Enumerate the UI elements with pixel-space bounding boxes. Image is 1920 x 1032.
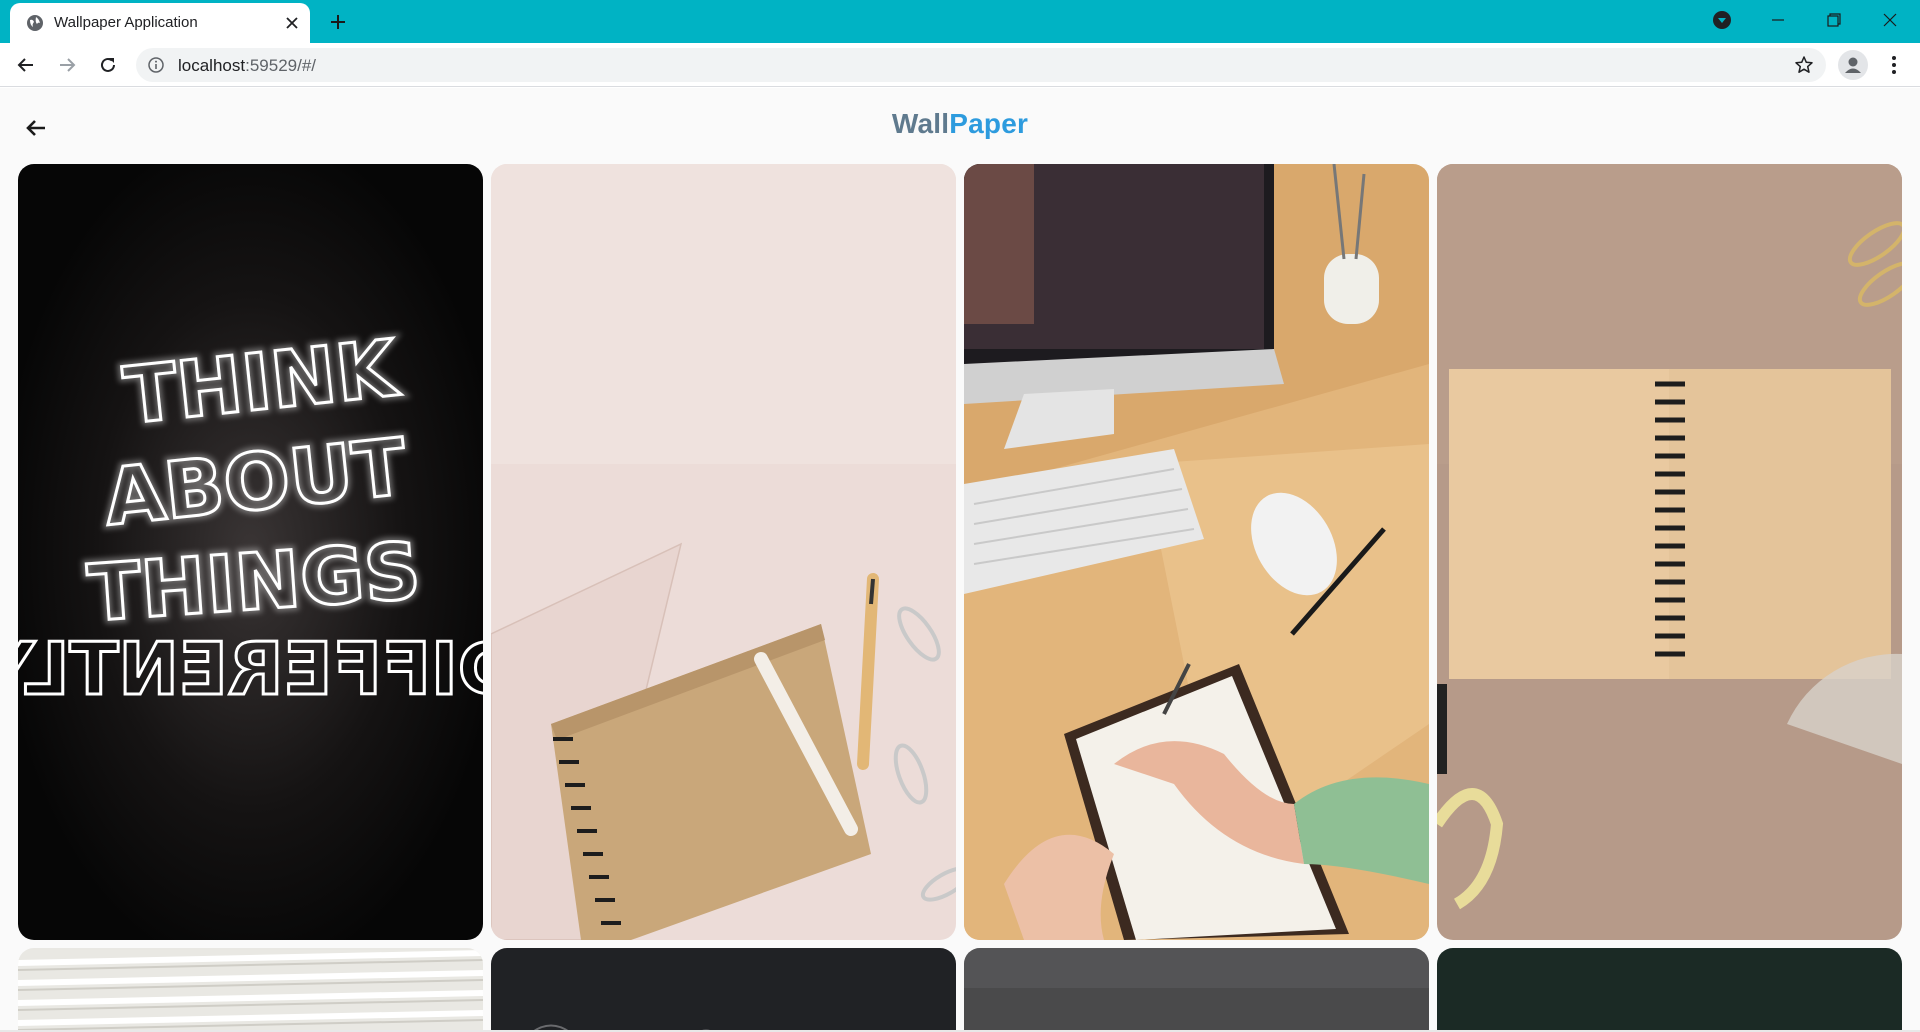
globe-icon xyxy=(26,14,44,32)
url-text: localhost:59529/#/ xyxy=(178,56,316,76)
desk-computer-image xyxy=(964,164,1429,940)
wallpaper-tile-green-chalkboard[interactable] xyxy=(1437,948,1902,1032)
wallpaper-tile-desk-computer[interactable] xyxy=(964,164,1429,940)
browser-tab[interactable]: Wallpaper Application xyxy=(10,3,310,43)
restore-icon[interactable] xyxy=(1806,0,1862,40)
wallpaper-tile-white-paper[interactable] xyxy=(18,948,483,1032)
wallpaper-tile-dark-chalkboard[interactable] xyxy=(491,948,956,1032)
close-icon[interactable] xyxy=(282,13,302,33)
plus-icon[interactable] xyxy=(326,10,350,34)
wallpaper-tile-grey-chalkboard[interactable] xyxy=(964,948,1429,1032)
app-page: WallPaper THINK ABOUT THINGS THINK ABOUT… xyxy=(0,88,1920,1032)
person-icon[interactable] xyxy=(1838,50,1868,80)
info-icon[interactable] xyxy=(148,57,164,73)
notebook-pink-image xyxy=(491,164,956,940)
app-title: WallPaper xyxy=(0,108,1920,140)
kebab-icon[interactable] xyxy=(1880,51,1908,79)
open-notebook-image xyxy=(1437,164,1902,940)
title-wall: Wall xyxy=(891,108,950,139)
reload-icon[interactable] xyxy=(94,51,122,79)
arrow-right-icon[interactable] xyxy=(53,51,81,79)
white-paper-image xyxy=(18,948,483,1032)
address-bar[interactable]: localhost:59529/#/ xyxy=(136,48,1826,82)
title-paper: Paper xyxy=(949,108,1029,139)
neon-sign-image: THINK ABOUT THINGS THINK ABOUT THINGS DI… xyxy=(18,164,483,940)
arrow-left-icon[interactable] xyxy=(12,51,40,79)
url-path: :59529/#/ xyxy=(245,56,317,75)
media-control-icon[interactable] xyxy=(1694,0,1750,40)
green-chalkboard-image xyxy=(1437,948,1902,1032)
app-bar: WallPaper xyxy=(0,88,1920,160)
minimize-icon[interactable] xyxy=(1750,0,1806,40)
close-window-icon[interactable] xyxy=(1862,0,1918,40)
star-icon[interactable] xyxy=(1794,55,1814,75)
neon-line-4: DIFFERENTLY xyxy=(18,627,483,711)
wallpaper-tile-notebook-pink[interactable] xyxy=(491,164,956,940)
tab-title: Wallpaper Application xyxy=(54,14,198,31)
browser-toolbar: localhost:59529/#/ xyxy=(0,43,1920,87)
dark-chalkboard-image xyxy=(491,948,956,1032)
browser-titlebar: Wallpaper Application xyxy=(0,0,1920,43)
grey-chalkboard-image xyxy=(964,948,1429,1032)
url-host: localhost xyxy=(178,56,246,75)
wallpaper-tile-neon[interactable]: THINK ABOUT THINGS THINK ABOUT THINGS DI… xyxy=(18,164,483,940)
wallpaper-tile-open-notebook[interactable] xyxy=(1437,164,1902,940)
